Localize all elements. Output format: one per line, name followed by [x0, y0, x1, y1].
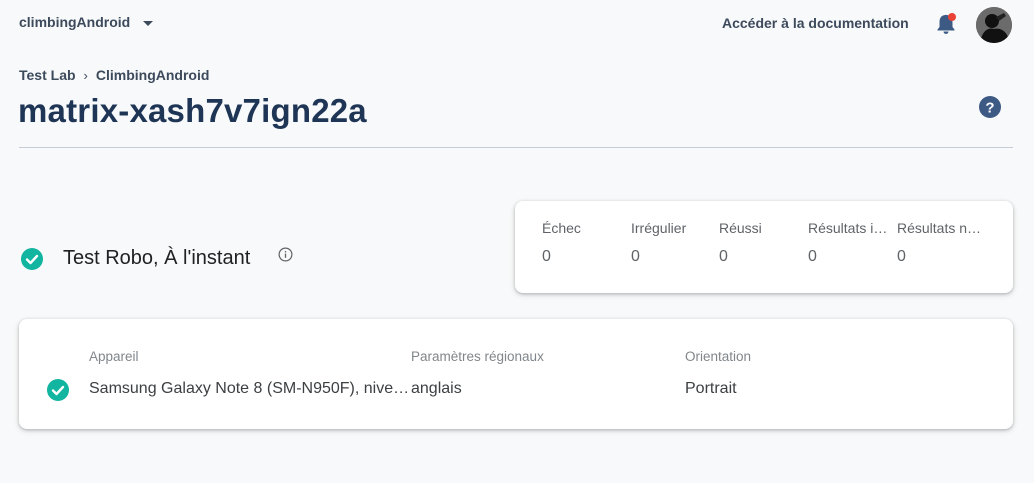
result-value: 0	[897, 248, 906, 265]
device-locale: anglais	[411, 380, 462, 397]
device-orientation: Portrait	[685, 380, 737, 397]
chevron-down-icon	[143, 20, 154, 26]
device-table-card: Appareil Paramètres régionaux Orientatio…	[19, 319, 1013, 429]
result-value: 0	[719, 248, 728, 265]
breadcrumb-climbingandroid[interactable]: ClimbingAndroid	[96, 67, 210, 83]
result-flaky: Irrégulier 0	[631, 220, 717, 266]
notification-dot	[948, 13, 956, 21]
docs-link[interactable]: Accéder à la documentation	[722, 15, 909, 31]
check-circle-icon	[47, 379, 69, 401]
header-divider	[19, 147, 1013, 148]
test-name: Test Robo, À l'instant	[63, 247, 251, 269]
top-app-bar: climbingAndroid Accéder à la documentati…	[0, 0, 1034, 48]
svg-text:?: ?	[985, 100, 994, 117]
result-value: 0	[631, 248, 640, 265]
column-header-orientation: Orientation	[685, 349, 752, 364]
help-icon[interactable]: ?	[978, 95, 1002, 119]
project-name: climbingAndroid	[19, 14, 131, 30]
result-failed: Échec 0	[542, 220, 628, 266]
results-summary-card: Échec 0 Irrégulier 0 Réussi 0 Résultats …	[515, 201, 1013, 293]
column-header-device: Appareil	[89, 349, 139, 364]
result-passed: Réussi 0	[719, 220, 805, 266]
avatar[interactable]	[976, 7, 1012, 43]
device-name: Samsung Galaxy Note 8 (SM-N950F), niveau…	[89, 380, 411, 397]
breadcrumb-test-lab[interactable]: Test Lab	[19, 67, 76, 83]
result-label: Échec	[542, 220, 581, 236]
result-skipped: Résultats n… 0	[897, 220, 991, 266]
breadcrumb: Test Lab › ClimbingAndroid	[19, 67, 209, 83]
result-label: Résultats i…	[808, 220, 888, 236]
result-label: Réussi	[719, 220, 762, 236]
user-photo-icon	[976, 7, 1012, 43]
check-circle-icon	[21, 248, 43, 270]
breadcrumb-separator: ›	[83, 67, 88, 83]
result-value: 0	[542, 248, 551, 265]
result-value: 0	[808, 248, 817, 265]
project-selector[interactable]: climbingAndroid	[19, 14, 154, 30]
result-inconclusive: Résultats i… 0	[808, 220, 894, 266]
notifications-bell-icon[interactable]	[935, 12, 957, 36]
result-label: Résultats n…	[897, 220, 982, 236]
column-header-locale: Paramètres régionaux	[411, 349, 544, 364]
page-title: matrix-xash7v7ign22a	[18, 92, 367, 129]
info-icon[interactable]	[278, 247, 293, 262]
result-label: Irrégulier	[631, 220, 687, 236]
